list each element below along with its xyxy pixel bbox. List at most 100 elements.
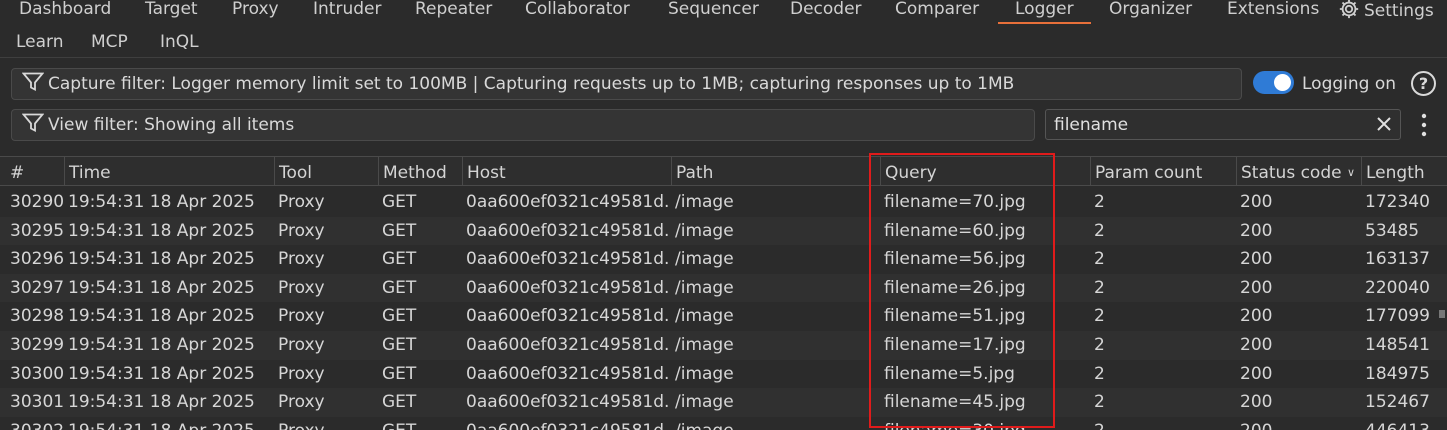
- capture-filter-text: Capture filter: Logger memory limit set …: [48, 74, 1015, 94]
- search-box: [1045, 109, 1401, 140]
- cell-number: 30299: [10, 334, 65, 355]
- table-row[interactable]: 30298 19:54:31 18 Apr 2025 Proxy GET 0aa600e…: [0, 302, 1447, 331]
- cell-tool: Proxy: [278, 392, 325, 413]
- cell-time: 19:54:31 18 Apr 2025: [68, 363, 255, 384]
- capture-filter-bar[interactable]: Capture filter: Logger memory limit set …: [11, 68, 1242, 100]
- cell-host: 0aa600ef0321c49581d...: [466, 334, 669, 355]
- status-code-label: Status code: [1241, 163, 1342, 183]
- table-row[interactable]: 30290 19:54:31 18 Apr 2025 Proxy GET 0aa600e…: [0, 188, 1447, 217]
- column-header-param-count[interactable]: Param count: [1090, 157, 1236, 186]
- cell-method: GET: [382, 363, 417, 384]
- tab-sequencer[interactable]: Sequencer: [668, 0, 759, 24]
- tab-mcp[interactable]: MCP: [91, 30, 128, 54]
- tab-collaborator[interactable]: Collaborator: [525, 0, 630, 24]
- column-header-tool[interactable]: Tool: [274, 157, 378, 186]
- tab-dashboard[interactable]: Dashboard: [19, 0, 111, 24]
- column-header-method[interactable]: Method: [378, 157, 462, 186]
- close-icon[interactable]: [1374, 114, 1394, 134]
- main-tab-bar: Dashboard Target Proxy Intruder Repeater…: [0, 0, 1447, 26]
- cell-time: 19:54:31 18 Apr 2025: [68, 306, 255, 327]
- cell-param-count: 2: [1094, 249, 1105, 270]
- tab-learn[interactable]: Learn: [16, 30, 64, 54]
- tab-repeater[interactable]: Repeater: [415, 0, 492, 24]
- cell-method: GET: [382, 220, 417, 241]
- cell-tool: Proxy: [278, 306, 325, 327]
- column-header-status-code[interactable]: Status code ∨: [1236, 157, 1361, 186]
- cell-time: 19:54:31 18 Apr 2025: [68, 192, 255, 212]
- cell-param-count: 2: [1094, 220, 1105, 241]
- help-icon[interactable]: ?: [1411, 71, 1436, 96]
- settings-button[interactable]: Settings: [1338, 0, 1434, 24]
- cell-status-code: 200: [1240, 417, 1361, 430]
- cell-number: 30300: [10, 363, 65, 384]
- cell-host: 0aa600ef0321c49581d...: [466, 363, 669, 384]
- tab-organizer[interactable]: Organizer: [1109, 0, 1192, 24]
- table-row[interactable]: 30295 19:54:31 18 Apr 2025 Proxy GET 0aa600e…: [0, 216, 1447, 246]
- tab-intruder[interactable]: Intruder: [313, 0, 381, 24]
- column-header-time[interactable]: Time: [64, 157, 274, 186]
- cell-time: 19:54:31 18 Apr 2025: [68, 277, 255, 298]
- cell-method: GET: [382, 306, 417, 327]
- column-header-length[interactable]: Length: [1361, 157, 1447, 186]
- cell-length: 152467: [1365, 392, 1430, 413]
- table-scrollbar[interactable]: [1439, 310, 1445, 318]
- tab-target[interactable]: Target: [145, 0, 198, 24]
- cell-path: /image: [675, 192, 734, 212]
- column-header-query[interactable]: Query: [880, 157, 1090, 186]
- table-row[interactable]: 30300 19:54:31 18 Apr 2025 Proxy GET 0aa600e…: [0, 360, 1447, 389]
- cell-tool: Proxy: [278, 277, 325, 298]
- table-row[interactable]: 3030219:54:31 18 Apr 2025 Proxy GET 0aa600e…: [0, 417, 1447, 430]
- cell-number: 30297: [10, 277, 65, 298]
- cell-host: 0aa600ef0321c49581d...: [466, 392, 669, 413]
- column-header-number[interactable]: #: [6, 157, 64, 186]
- cell-number: 30301: [10, 392, 65, 413]
- cell-param-count: 2: [1094, 363, 1105, 384]
- cell-path: /image: [675, 392, 734, 413]
- tab-proxy[interactable]: Proxy: [232, 0, 279, 24]
- column-header-host[interactable]: Host: [462, 157, 671, 186]
- cell-status-code: 200: [1240, 277, 1273, 298]
- table-row[interactable]: 30299 19:54:31 18 Apr 2025 Proxy GET 0aa600e…: [0, 330, 1447, 360]
- cell-path: /image: [675, 306, 734, 327]
- cell-length: 148541: [1365, 334, 1430, 355]
- cell-tool: Proxy: [278, 363, 325, 384]
- cell-length: 446413: [1365, 417, 1447, 430]
- cell-query: filename=30.jpg: [884, 417, 1064, 430]
- cell-tool: Proxy: [278, 220, 325, 241]
- cell-time: 19:54:31 18 Apr 2025: [68, 249, 255, 270]
- cell-path: /image: [675, 277, 734, 298]
- cell-param-count: 2: [1094, 392, 1105, 413]
- logging-label: Logging on: [1302, 74, 1397, 94]
- table-row[interactable]: 30301 19:54:31 18 Apr 2025 Proxy GET 0aa600e…: [0, 388, 1447, 417]
- filter-icon: [21, 113, 48, 138]
- cell-tool: Proxy: [278, 192, 325, 212]
- gear-icon: [1338, 0, 1360, 25]
- view-filter-bar[interactable]: View filter: Showing all items: [11, 109, 1035, 141]
- table-body: 30290 19:54:31 18 Apr 2025 Proxy GET 0aa600e…: [0, 188, 1447, 430]
- tab-comparer[interactable]: Comparer: [895, 0, 979, 24]
- cell-param-count: 2: [1094, 277, 1105, 298]
- logging-toggle[interactable]: [1253, 71, 1294, 94]
- column-header-path[interactable]: Path: [671, 157, 880, 186]
- cell-host: 0aa600ef0321c49581d...: [466, 277, 669, 298]
- tab-extensions[interactable]: Extensions: [1227, 0, 1319, 24]
- cell-status-code: 200: [1240, 306, 1273, 327]
- tab-inql[interactable]: InQL: [160, 30, 199, 54]
- cell-query: filename=56.jpg: [884, 249, 1026, 270]
- cell-method: GET: [382, 192, 417, 212]
- table-header: # Time Tool Method Host Path Query Param…: [0, 157, 1447, 186]
- cell-length: 177099: [1365, 306, 1430, 327]
- cell-status-code: 200: [1240, 392, 1273, 413]
- table-row[interactable]: 30297 19:54:31 18 Apr 2025 Proxy GET 0aa600e…: [0, 273, 1447, 303]
- cell-method: GET: [382, 249, 417, 270]
- cell-query: filename=60.jpg: [884, 220, 1026, 241]
- search-input[interactable]: [1046, 110, 1366, 139]
- cell-length: 184975: [1365, 363, 1430, 384]
- cell-host: 0aa600ef0321c49581d...: [466, 192, 669, 212]
- sort-chevron-down-icon: ∨: [1346, 166, 1356, 179]
- table-row[interactable]: 30296 19:54:31 18 Apr 2025 Proxy GET 0aa600e…: [0, 245, 1447, 274]
- tab-decoder[interactable]: Decoder: [790, 0, 862, 24]
- cell-method: GET: [382, 277, 417, 298]
- more-options-icon[interactable]: [1418, 111, 1430, 139]
- tab-logger[interactable]: Logger: [998, 0, 1091, 24]
